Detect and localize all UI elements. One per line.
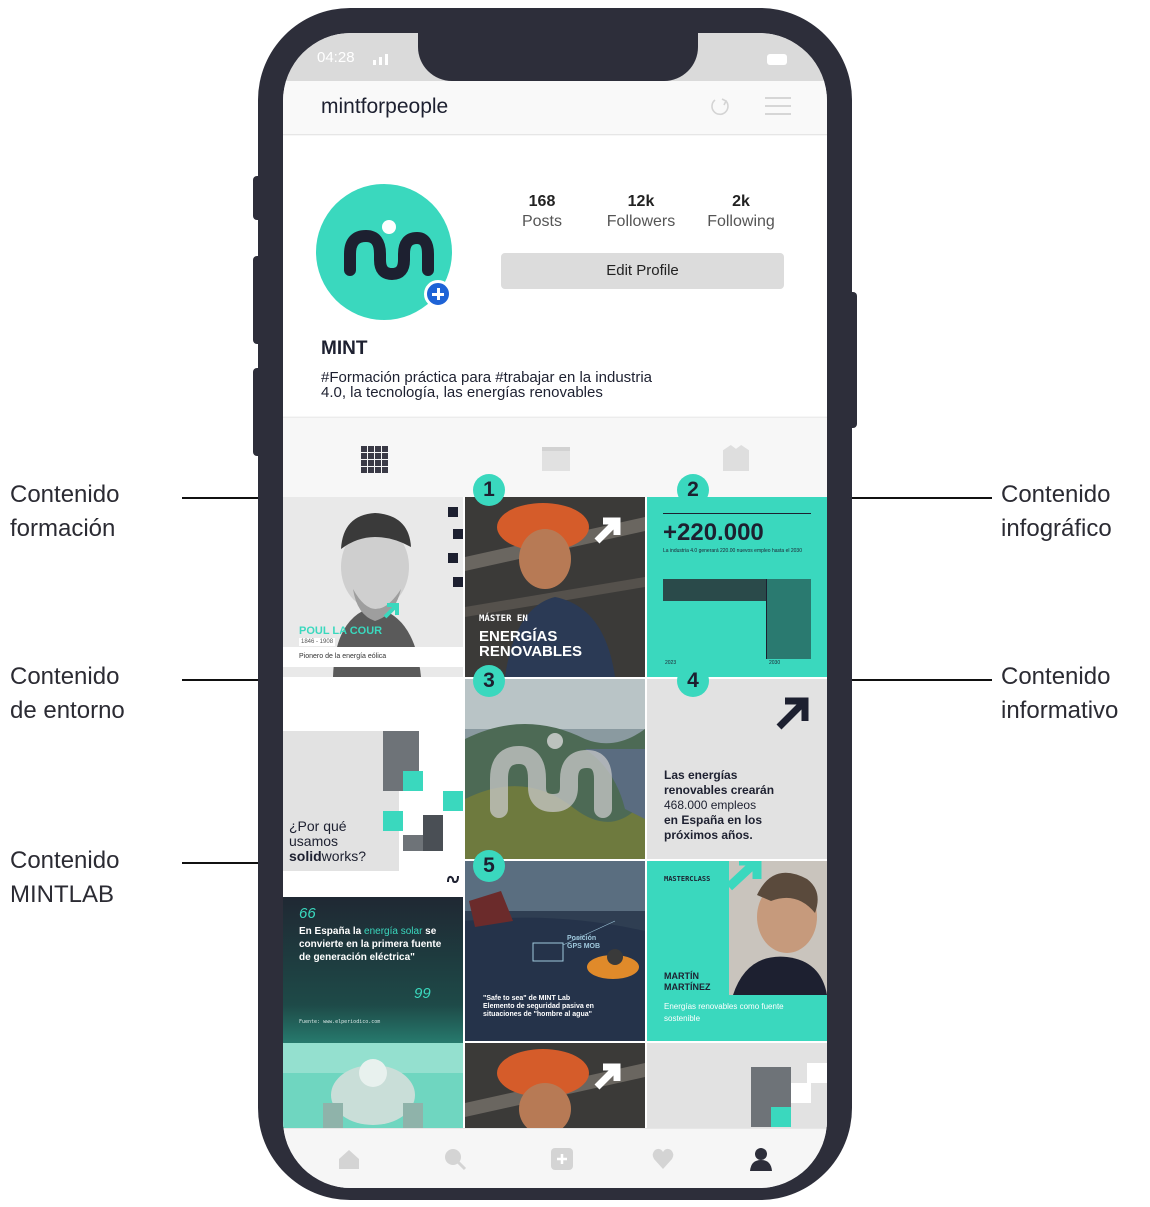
- badge-3: 3: [473, 665, 505, 697]
- annotation-mintlab: Contenido MINTLAB: [10, 847, 120, 908]
- profile-bio: #Formación práctica para #trabajar en la…: [321, 369, 653, 401]
- post-9-tag: MASTERCLASS: [664, 875, 711, 883]
- profile-username: mintforpeople: [321, 95, 449, 118]
- profile-name: MINT: [321, 338, 368, 359]
- edit-profile-button[interactable]: Edit Profile: [501, 253, 784, 289]
- post-6-line-4: en España en los: [664, 813, 763, 827]
- post-9-name-2: MARTÍNEZ: [664, 982, 711, 992]
- annotation-entorno: Contenido de entorno: [10, 663, 125, 724]
- post-8-line-1: "Safe to sea" de MINT Lab: [483, 995, 571, 1002]
- post-7-source: Fuente: www.elperiodico.com: [299, 1019, 381, 1025]
- post-6-line-2: renovables crearán: [664, 783, 775, 797]
- stat-followers[interactable]: 12k Followers: [591, 193, 691, 231]
- annotation-infografico: Contenido infográfico: [1001, 481, 1112, 542]
- chart-fill-2023: [663, 601, 766, 659]
- post-robot[interactable]: [283, 1043, 463, 1128]
- badge-4: 4: [677, 665, 709, 697]
- following-label: Following: [707, 213, 775, 230]
- list-view-icon[interactable]: [542, 447, 570, 471]
- post-master-repeat[interactable]: [465, 1043, 645, 1128]
- followers-count: 12k: [627, 193, 655, 210]
- post-poul-la-cour[interactable]: POUL LA COUR 1846 - 1908 Pionero de la e…: [283, 497, 463, 677]
- following-count: 2k: [732, 193, 750, 210]
- post-2-line-3: RENOVABLES: [479, 643, 583, 660]
- badge-2: 2: [677, 474, 709, 506]
- arrow-up-right-icon: [776, 697, 809, 730]
- post-7-highlight: energía solar: [364, 926, 423, 937]
- post-8-hud: Posición GPS MOB: [567, 935, 601, 950]
- post-3-caption: La industria 4.0 generará 220.00 nuevos …: [663, 548, 802, 554]
- post-master-energias[interactable]: MÁSTER EN ENERGÍAS RENOVABLES: [465, 497, 645, 677]
- post-6-line-1: Las energías: [664, 768, 738, 782]
- post-4-bold: solid: [289, 848, 322, 864]
- hamburger-menu-icon[interactable]: [765, 97, 791, 117]
- app-bar: mintforpeople: [283, 81, 827, 135]
- posts-label: Posts: [521, 213, 562, 230]
- post-1-years: 1846 - 1908: [299, 638, 336, 646]
- landscape-photo: [465, 679, 645, 859]
- heart-icon[interactable]: [651, 1147, 675, 1171]
- refresh-icon[interactable]: [709, 96, 731, 118]
- post-1-subtitle: Pionero de la energía eólica: [283, 647, 463, 667]
- add-post-icon[interactable]: [550, 1147, 574, 1171]
- battery-icon: [767, 54, 787, 65]
- posts-grid: POUL LA COUR 1846 - 1908 Pionero de la e…: [283, 497, 827, 1128]
- post-3-year-right: 2030: [769, 660, 781, 666]
- post-4-line-1: ¿Por qué: [289, 818, 347, 834]
- post-solidworks-repeat[interactable]: [647, 1043, 827, 1128]
- status-time: 04:28: [317, 49, 355, 66]
- post-7-quote: En España la energía solar se convierte …: [299, 925, 449, 964]
- posts-count: 168: [528, 193, 556, 210]
- annotation-informativo: Contenido informativo: [1001, 663, 1119, 724]
- post-4-line-3: solidworks?: [289, 849, 366, 864]
- followers-label: Followers: [606, 213, 676, 230]
- post-informativo[interactable]: Las energías renovables crearán 468.000 …: [647, 679, 827, 859]
- post-2-line-1: MÁSTER EN: [479, 614, 528, 624]
- profile-icon[interactable]: [749, 1147, 773, 1171]
- signal-icon: [373, 53, 395, 65]
- post-6-line-3: 468.000 empleos: [664, 798, 757, 812]
- post-safe-to-sea[interactable]: Posición GPS MOB "Safe to sea" de MINT L…: [465, 861, 645, 1041]
- post-solidworks[interactable]: ¿Por qué usamos solidworks?: [283, 715, 463, 895]
- phone-notch: [418, 33, 698, 81]
- post-4-line-2: usamos: [289, 833, 339, 849]
- post-8-line-2: Elemento de seguridad pasiva en: [483, 1003, 594, 1010]
- annotation-formacion: Contenido formación: [10, 481, 120, 542]
- post-masterclass[interactable]: MASTERCLASS MARTÍN MARTÍNEZ Energías ren…: [647, 861, 827, 1041]
- stat-posts[interactable]: 168 Posts: [492, 193, 592, 231]
- bottom-nav: [283, 1128, 827, 1188]
- profile-tabs: [283, 417, 827, 497]
- post-7-pre: En España la: [299, 926, 365, 937]
- badge-1: 1: [473, 474, 505, 506]
- stat-following[interactable]: 2k Following: [691, 193, 791, 231]
- post-9-name-1: MARTÍN: [664, 971, 699, 981]
- post-4-rest: works?: [321, 848, 367, 864]
- post-paisaje-entorno[interactable]: [465, 679, 645, 859]
- mint-mini-logo-icon: [447, 875, 459, 883]
- add-story-icon[interactable]: [424, 280, 452, 308]
- tagged-icon[interactable]: [723, 445, 749, 471]
- post-3-value: +220.000: [663, 519, 764, 546]
- post-2-line-2: ENERGÍAS: [479, 628, 558, 645]
- grid-view-icon[interactable]: [361, 446, 388, 473]
- post-8-line-3: situaciones de "hombre al agua": [483, 1011, 592, 1018]
- post-3-year-left: 2023: [665, 660, 677, 666]
- badge-5: 5: [473, 850, 505, 882]
- profile-header: 168 Posts 12k Followers 2k Following Edi…: [283, 136, 827, 416]
- phone-screen: 04:28 mintforpeople 168 Posts 12k Follow…: [283, 33, 827, 1188]
- post-7-quote-close: 99: [414, 985, 431, 1002]
- home-icon[interactable]: [337, 1147, 361, 1171]
- post-infografia-empleo[interactable]: +220.000 La industria 4.0 generará 220.0…: [647, 497, 827, 677]
- worker-photo-repeat: [465, 1043, 645, 1128]
- search-icon[interactable]: [443, 1147, 467, 1171]
- chart-bar-2030: [767, 579, 811, 659]
- post-9-desc: Energías renovables como fuente sostenib…: [664, 1002, 784, 1023]
- post-6-line-5: próximos años.: [664, 828, 753, 842]
- post-7-quote-open: 66: [299, 905, 316, 922]
- post-1-name: POUL LA COUR: [299, 625, 383, 637]
- robot-photo: [283, 1043, 463, 1128]
